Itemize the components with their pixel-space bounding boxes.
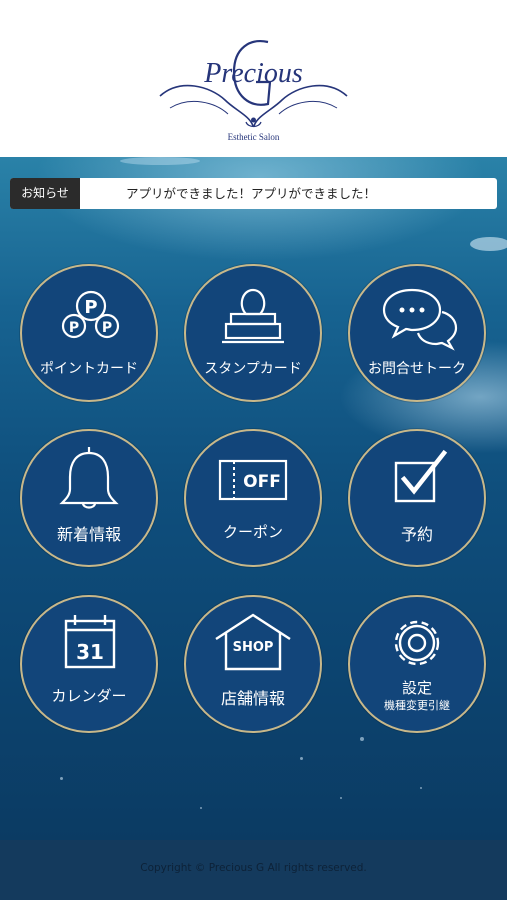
news-info-button[interactable]: 新着情報 (20, 429, 158, 567)
svg-text:P: P (102, 320, 112, 336)
settings-sublabel: 機種変更引継 (384, 699, 450, 712)
point-card-button[interactable]: P P P ポイントカード (20, 264, 158, 402)
reservation-label: 予約 (400, 525, 433, 544)
shop-info-button[interactable]: SHOP 店舗情報 (184, 595, 322, 733)
point-card-label: ポイントカード (40, 361, 138, 377)
logo-subtitle: Esthetic Salon (227, 132, 280, 142)
stamp-icon (222, 288, 284, 344)
point-card-icon: P P P (61, 290, 120, 339)
settings-button[interactable]: 設定 機種変更引継 (348, 595, 486, 733)
inquiry-talk-button[interactable]: お問合せトーク (348, 264, 486, 402)
coupon-icon: OFF (218, 459, 288, 501)
coupon-icon-text: OFF (243, 472, 281, 492)
reservation-button[interactable]: 予約 (348, 429, 486, 567)
stamp-card-label: スタンプカード (204, 361, 302, 377)
shop-icon: SHOP (215, 613, 291, 671)
calendar-icon: 31 (64, 615, 116, 669)
salon-logo: Precious Esthetic Salon (150, 38, 357, 148)
calendar-button[interactable]: 31 カレンダー (20, 595, 158, 733)
news-info-label: 新着情報 (56, 525, 121, 544)
chat-bubbles-icon (382, 288, 458, 351)
app-header: Precious Esthetic Salon (0, 0, 507, 157)
news-label: お知らせ (10, 178, 80, 209)
news-text[interactable]: アプリができました！アプリができました！ (126, 178, 376, 209)
coupon-label: クーポン (222, 523, 283, 541)
calendar-label: カレンダー (51, 687, 127, 705)
inquiry-talk-label: お問合せトーク (368, 361, 466, 377)
app-footer: Copyright © Precious G All rights reserv… (0, 840, 507, 900)
shop-icon-text: SHOP (233, 640, 274, 655)
coupon-button[interactable]: OFF クーポン (184, 429, 322, 567)
svg-text:P: P (84, 297, 97, 318)
settings-label: 設定 (401, 679, 432, 697)
calendar-icon-text: 31 (76, 640, 104, 664)
stamp-card-button[interactable]: スタンプカード (184, 264, 322, 402)
shop-info-label: 店舗情報 (220, 689, 285, 708)
logo-name: Precious (204, 58, 303, 89)
copyright-text: Copyright © Precious G All rights reserv… (140, 862, 367, 874)
svg-text:P: P (69, 320, 79, 336)
news-ticker[interactable]: お知らせ アプリができました！アプリができました！ (10, 178, 497, 209)
